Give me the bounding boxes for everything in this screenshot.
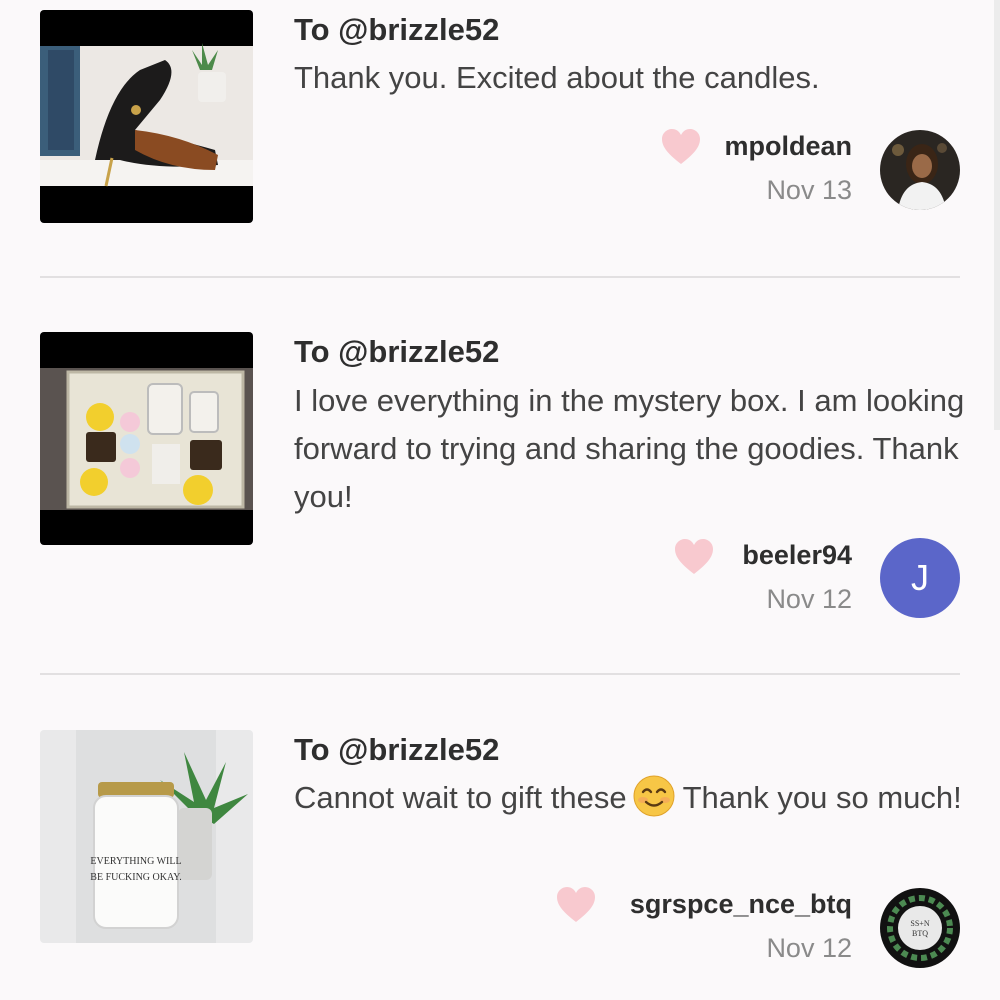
review-date: Nov 13: [766, 175, 852, 205]
smiling-face-emoji-icon: [633, 775, 675, 817]
review-message: Cannot wait to gift these Thank you so m…: [294, 774, 974, 822]
review-message: I love everything in the mystery box. I …: [294, 383, 965, 514]
review-recipient: To @brizzle52: [294, 334, 500, 369]
shop-logo-text: BTQ: [912, 929, 928, 938]
divider: [40, 276, 960, 278]
review-username[interactable]: mpoldean: [724, 131, 852, 162]
review-username[interactable]: sgrspce_nce_btq: [630, 889, 852, 920]
review-recipient: To @brizzle52: [294, 732, 500, 767]
user-avatar[interactable]: [880, 130, 960, 210]
shop-logo-text: SS+N: [910, 919, 929, 928]
candle-label-text: BE FUCKING OKAY.: [90, 872, 181, 883]
user-avatar[interactable]: J: [880, 538, 960, 618]
review-username[interactable]: beeler94: [742, 540, 852, 571]
heart-icon[interactable]: [673, 538, 715, 576]
review-message-part: Cannot wait to gift these: [294, 780, 627, 815]
review-thumbnail-shoes[interactable]: [40, 10, 253, 223]
review-thumbnail-mystery-box[interactable]: [40, 332, 253, 545]
review-date: Nov 12: [766, 584, 852, 614]
review-message-part: Thank you so much!: [682, 780, 962, 815]
review-message: Thank you. Excited about the candles.: [294, 60, 820, 95]
heart-icon[interactable]: [660, 128, 702, 166]
heart-icon[interactable]: [555, 886, 597, 924]
shop-logo-avatar[interactable]: SS+N BTQ: [880, 888, 960, 968]
divider: [40, 673, 960, 675]
review-date: Nov 12: [766, 933, 852, 963]
candle-label-text: EVERYTHING WILL: [90, 856, 181, 867]
review-recipient: To @brizzle52: [294, 12, 500, 47]
review-thumbnail-candle[interactable]: EVERYTHING WILL BE FUCKING OKAY.: [40, 730, 253, 943]
scrollbar[interactable]: [994, 0, 1000, 430]
